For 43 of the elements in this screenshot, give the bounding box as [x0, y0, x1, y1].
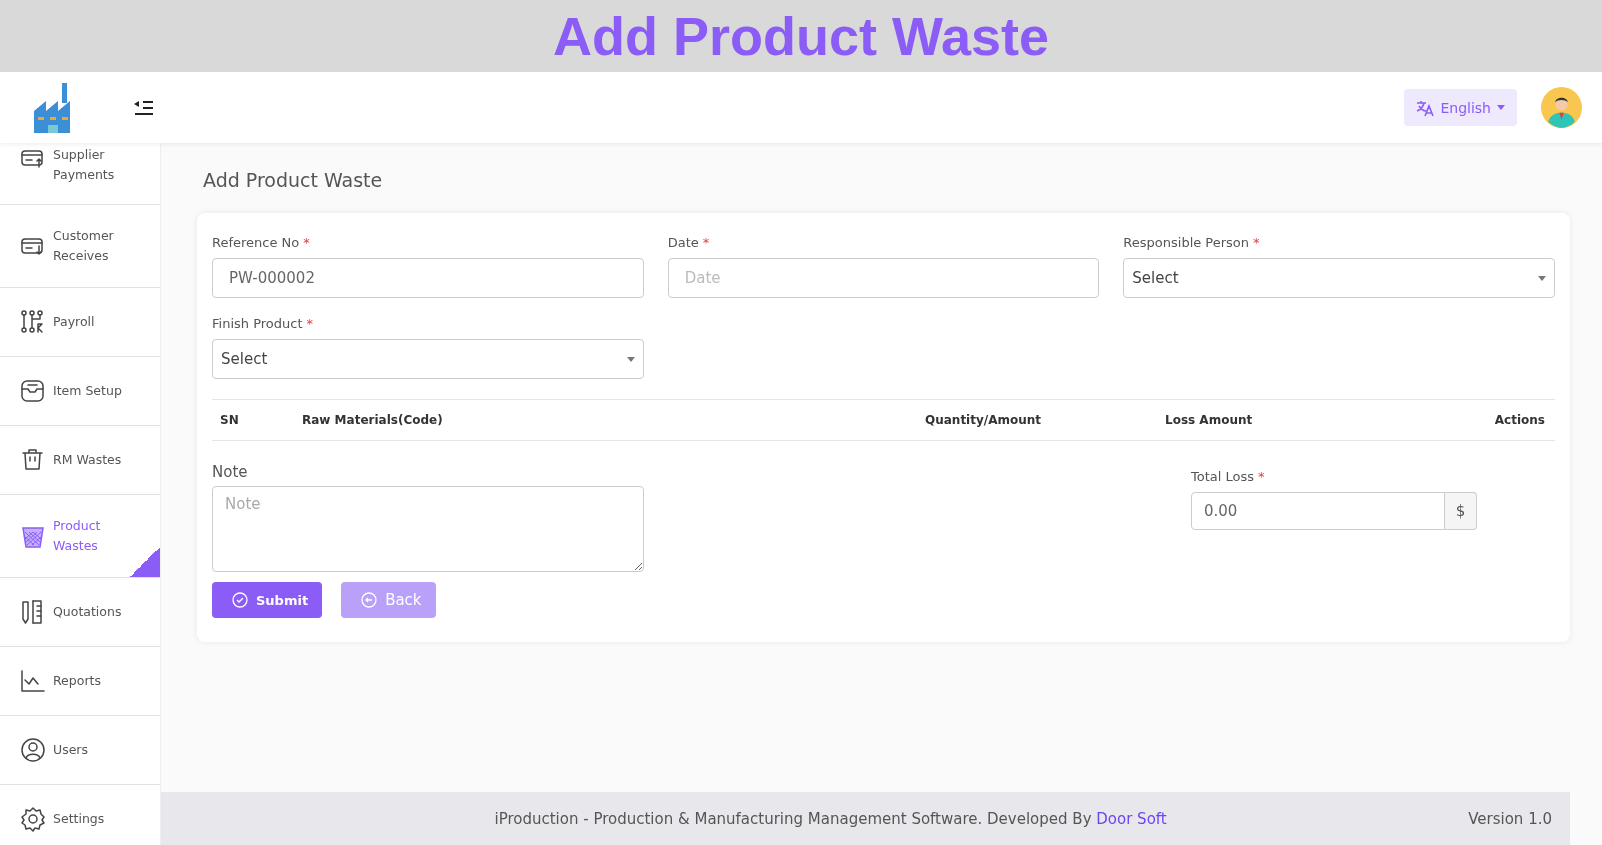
note-field[interactable]: Note [212, 486, 644, 572]
select-dropdown[interactable]: Select [212, 339, 644, 379]
required-marker: * [1253, 235, 1260, 250]
required-marker: * [1258, 469, 1265, 484]
trash-icon [20, 447, 46, 473]
nodes-icon [20, 309, 46, 335]
column-header: Raw Materials(Code) [302, 413, 444, 427]
version-text: Version 1.0 [1468, 809, 1552, 828]
caret-icon [1497, 105, 1505, 110]
arrow-circle-icon [361, 592, 378, 608]
field-label: Total Loss [1191, 469, 1254, 484]
column-header: Actions [1493, 413, 1545, 427]
check-circle-icon [232, 592, 248, 608]
currency-addon: $ [1445, 492, 1477, 530]
page-banner-title: Add Product Waste [553, 5, 1049, 67]
developer-link[interactable]: Door Soft [1096, 809, 1167, 828]
submit-button[interactable]: Submit [212, 582, 323, 618]
tray-icon [20, 378, 46, 404]
field-label: Date [667, 235, 699, 250]
language-dropdown[interactable]: English [1404, 89, 1517, 126]
total-loss-field[interactable]: 0.00 [1191, 492, 1446, 530]
translate-icon [1416, 98, 1435, 117]
caret-icon [1538, 275, 1546, 281]
note-label: Note [212, 463, 249, 481]
line-chart-icon [20, 668, 46, 694]
column-header: Loss Amount [1165, 413, 1254, 427]
column-header: Quantity/Amount [925, 413, 1043, 427]
field-label: Finish Product [212, 316, 303, 331]
avatar-icon[interactable] [1541, 87, 1582, 128]
required-marker: * [303, 235, 310, 250]
column-header: SN [220, 413, 240, 427]
select-dropdown[interactable]: Select [1123, 258, 1555, 298]
text-field[interactable]: Date [667, 258, 1100, 298]
required-marker: * [702, 235, 710, 250]
caret-icon [626, 356, 635, 362]
footer-text: iProduction - Production & Manufacturing Management Software. Developed By Door Soft [493, 809, 1168, 828]
required-marker: * [306, 316, 313, 331]
settings-icon [20, 806, 46, 832]
field-label: Reference No [212, 235, 300, 250]
field-label: Responsible Person [1123, 235, 1250, 250]
page-title: Add Product Waste [203, 169, 384, 191]
text-field[interactable]: PW-000002 [212, 258, 644, 298]
user-circle-icon [20, 737, 46, 763]
